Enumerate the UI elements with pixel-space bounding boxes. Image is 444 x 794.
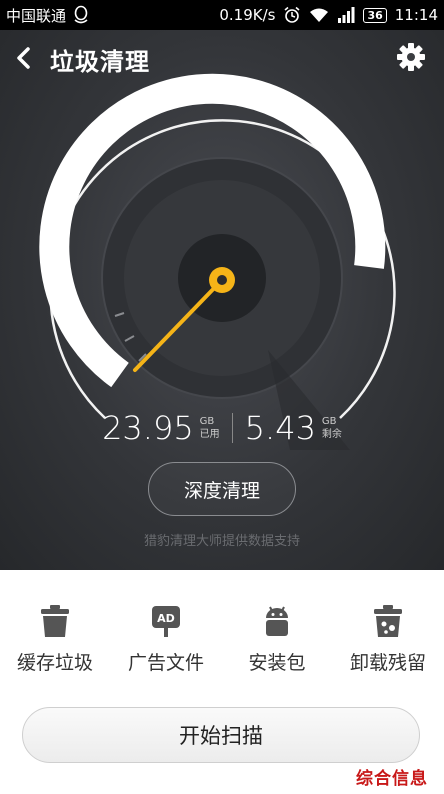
qq-icon: [74, 5, 88, 24]
trash-icon: [41, 605, 69, 637]
free-value: 5.43: [244, 409, 316, 447]
network-speed: 0.19K/s: [219, 6, 276, 24]
category-ad-files[interactable]: AD 广告文件: [111, 600, 221, 680]
svg-text:AD: AD: [157, 612, 175, 625]
storage-readout: 23.95 GB 已用 5.43 GB 剩余: [0, 406, 444, 450]
free-label: 剩余: [321, 429, 342, 440]
status-bar: 中国联通 0.19K/s 36 11:14: [0, 0, 444, 30]
category-label: 卸载残留: [349, 652, 426, 674]
used-label: 已用: [199, 429, 220, 440]
wifi-icon: [310, 8, 329, 22]
page-title: 垃圾清理: [50, 48, 150, 76]
cleaner-panel: 垃圾清理 23.95 GB 已用 5.43 GB 剩余 深度清理 猎豹清理大师提…: [0, 30, 444, 570]
gear-icon[interactable]: [396, 42, 426, 72]
android-icon: [266, 606, 288, 636]
category-cache-junk[interactable]: 缓存垃圾: [0, 600, 110, 680]
watermark: 综合信息: [356, 769, 428, 789]
chevron-left-icon[interactable]: [14, 46, 34, 70]
free-unit: GB: [321, 416, 337, 427]
category-label: 安装包: [248, 652, 306, 674]
carrier-name: 中国联通: [6, 6, 67, 25]
ad-sign-icon: AD: [152, 606, 180, 637]
clock: 11:14: [394, 6, 438, 24]
category-install-packages[interactable]: 安装包: [222, 600, 332, 680]
signal-icon: [338, 7, 355, 23]
used-unit: GB: [199, 416, 215, 427]
app-header: 垃圾清理: [0, 30, 444, 86]
battery-icon: 36: [363, 7, 387, 23]
start-scan-button[interactable]: 开始扫描: [22, 707, 420, 763]
divider: [231, 413, 233, 443]
category-label: 缓存垃圾: [16, 652, 93, 674]
category-label: 广告文件: [127, 652, 204, 674]
category-row: 缓存垃圾 AD 广告文件 安装包 卸载残留: [0, 600, 444, 680]
deep-clean-button[interactable]: 深度清理: [148, 462, 296, 516]
used-value: 23.95: [102, 409, 194, 447]
data-credit: 猎豹清理大师提供数据支持: [143, 534, 300, 549]
alarm-icon: [284, 6, 300, 23]
residue-trash-icon: [374, 605, 402, 637]
category-uninstall-residue[interactable]: 卸载残留: [333, 600, 443, 680]
